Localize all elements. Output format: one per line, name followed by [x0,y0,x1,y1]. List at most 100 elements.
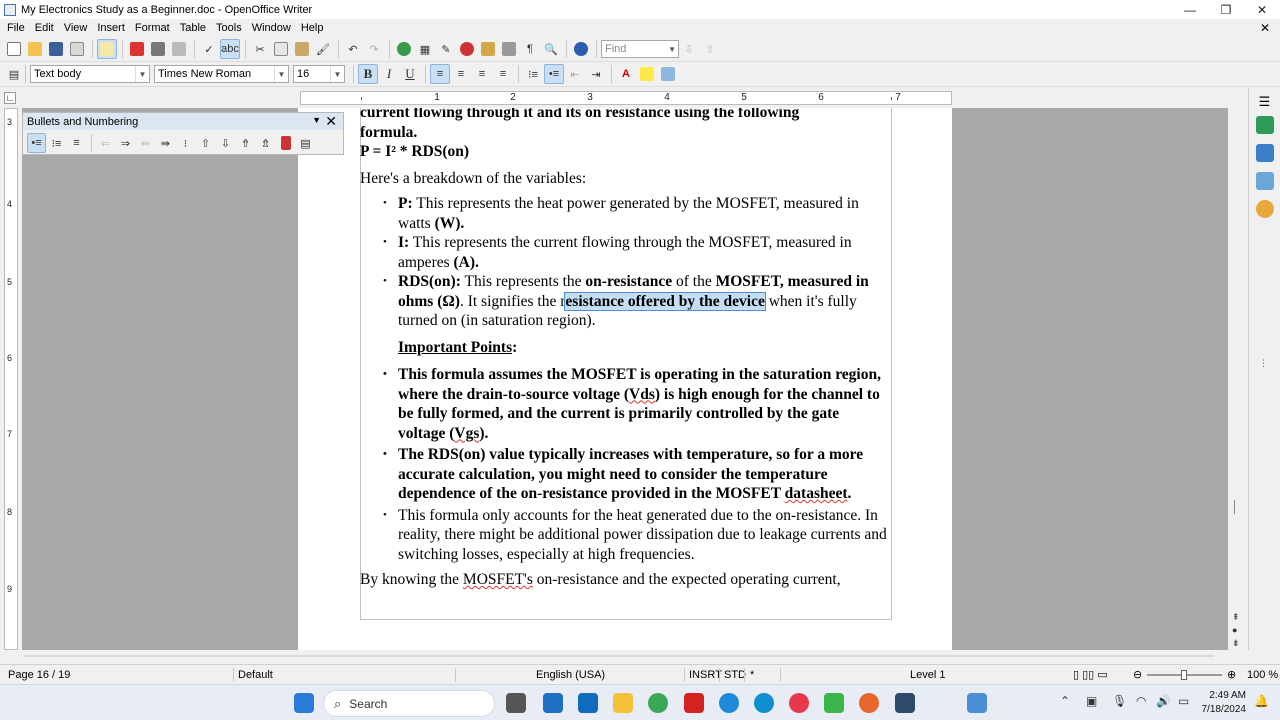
spellcheck-icon[interactable]: ✓ [199,39,219,59]
edge-icon[interactable] [754,693,774,713]
undo-icon[interactable]: ↶ [343,39,363,59]
gallery-icon[interactable] [478,39,498,59]
scroll-thumb[interactable] [1234,500,1240,514]
demote-one-level-icon[interactable]: ⇒ [116,133,135,153]
text-selection[interactable]: esistance offered by the device [564,291,766,311]
clock[interactable]: 2:49 AM 7/18/2024 [1202,689,1247,717]
document-page[interactable]: current flowing through it and its on re… [298,108,952,650]
export-pdf-icon[interactable] [127,39,147,59]
styles-icon[interactable] [1255,144,1274,162]
taskbar-search[interactable]: ⌕ Search [323,690,495,717]
find-next-icon[interactable]: ⇩ [679,39,699,59]
save-icon[interactable] [46,39,66,59]
chrome-icon[interactable] [648,693,668,713]
bullets-on-off-icon[interactable]: •≡ [27,133,46,153]
horizontal-scrollbar[interactable] [22,650,1228,662]
page-number[interactable]: Page 16 / 19 [8,669,70,681]
align-right-icon[interactable]: ≡ [472,64,492,84]
panel-menu-icon[interactable]: ▼ [312,115,321,125]
show-hidden-icons-icon[interactable]: ⌃ [1060,694,1070,708]
zoom-icon[interactable]: 🔍 [541,39,561,59]
styles-formatting-icon[interactable]: ▤ [4,64,24,84]
redo-icon[interactable]: ↷ [364,39,384,59]
menu-insert[interactable]: Insert [92,22,130,34]
navigator-panel-icon[interactable] [1255,200,1274,218]
horizontal-ruler[interactable]: 1 2 3 4 5 6 7 [300,91,952,105]
demote-with-subpoints-icon[interactable]: ⇛ [156,133,175,153]
app-icon[interactable] [719,693,739,713]
zoom-in-icon[interactable]: ⊕ [1227,668,1236,681]
tab-stop-type-icon[interactable]: ∟ [4,92,16,104]
start-icon[interactable] [294,693,314,713]
paste-icon[interactable] [292,39,312,59]
hyperlink-icon[interactable] [394,39,414,59]
restart-numbering-icon[interactable] [276,133,295,153]
insert-unnumbered-entry-icon[interactable]: ⁝ [176,133,195,153]
bold-icon[interactable]: B [358,64,378,84]
align-left-icon[interactable]: ≡ [430,64,450,84]
find-previous-icon[interactable]: ⇧ [700,39,720,59]
zoom-level[interactable]: 100 % [1247,669,1278,681]
print-icon[interactable] [148,39,168,59]
notification-icon[interactable]: 🔔 [1254,694,1269,708]
edit-mode-icon[interactable] [97,39,117,59]
calendar-icon[interactable] [895,693,915,713]
volume-icon[interactable]: 🔊 [1156,694,1171,708]
previous-page-icon[interactable]: ⇞ [1232,612,1240,623]
table-icon[interactable]: ▦ [415,39,435,59]
help-icon[interactable] [571,39,591,59]
align-center-icon[interactable]: ≡ [451,64,471,84]
snipping-tool-icon[interactable] [967,693,987,713]
close-document-icon[interactable]: ✕ [1260,21,1270,35]
move-up-icon[interactable]: ⇧ [196,133,215,153]
data-sources-icon[interactable] [499,39,519,59]
wechat-icon[interactable] [824,693,844,713]
zoom-out-icon[interactable]: ⊖ [1133,668,1142,681]
bullets-numbering-dialog-icon[interactable]: ▤ [296,133,315,153]
menu-file[interactable]: File [2,22,30,34]
font-color-icon[interactable]: A [616,64,636,84]
gallery-panel-icon[interactable] [1255,172,1274,190]
email-icon[interactable] [67,39,87,59]
promote-one-level-icon[interactable]: ⇐ [96,133,115,153]
selection-mode[interactable]: STD [724,669,746,681]
menu-edit[interactable]: Edit [30,22,59,34]
page-style[interactable]: Default [238,669,273,681]
menu-view[interactable]: View [59,22,93,34]
menu-table[interactable]: Table [175,22,211,34]
task-view-icon[interactable] [506,693,526,713]
menu-help[interactable]: Help [296,22,329,34]
navigation-icon[interactable]: ● [1232,625,1237,635]
justify-icon[interactable]: ≡ [493,64,513,84]
wifi-icon[interactable]: ◠ [1136,694,1146,708]
close-button[interactable]: ✕ [1244,0,1280,19]
bullets-icon[interactable]: •≡ [544,64,564,84]
sidebar-menu-icon[interactable]: ☰ [1249,94,1280,110]
underline-icon[interactable]: U [400,64,420,84]
move-up-with-subpoints-icon[interactable]: ⇮ [236,133,255,153]
move-down-icon[interactable]: ⇩ [216,133,235,153]
file-explorer-icon[interactable] [613,693,633,713]
draw-functions-icon[interactable]: ✎ [436,39,456,59]
firefox-icon[interactable] [859,693,879,713]
indent-marker[interactable] [361,97,362,100]
move-down-with-subpoints-icon[interactable]: ⇯ [256,133,275,153]
new-document-icon[interactable] [4,39,24,59]
print-preview-icon[interactable] [169,39,189,59]
cut-icon[interactable]: ✂ [250,39,270,59]
clone-formatting-icon[interactable]: 🖌 [313,39,333,59]
right-indent-marker[interactable] [891,97,892,100]
numbering-off-icon[interactable]: ≡ [67,133,86,153]
microphone-icon[interactable]: 🎙 [1112,694,1127,708]
open-icon[interactable] [25,39,45,59]
menu-format[interactable]: Format [130,22,175,34]
zoom-slider-knob[interactable] [1181,670,1187,680]
sidebar-collapse-icon[interactable]: ⋮ [1259,358,1268,369]
properties-icon[interactable] [1255,116,1274,134]
highlighting-icon[interactable] [637,64,657,84]
store-icon[interactable] [543,693,563,713]
copy-icon[interactable] [271,39,291,59]
tray-app-icon[interactable]: ▣ [1086,694,1097,708]
find-input[interactable]: Find ▼ [601,40,679,58]
font-size-select[interactable]: 16 ▼ [293,65,345,83]
